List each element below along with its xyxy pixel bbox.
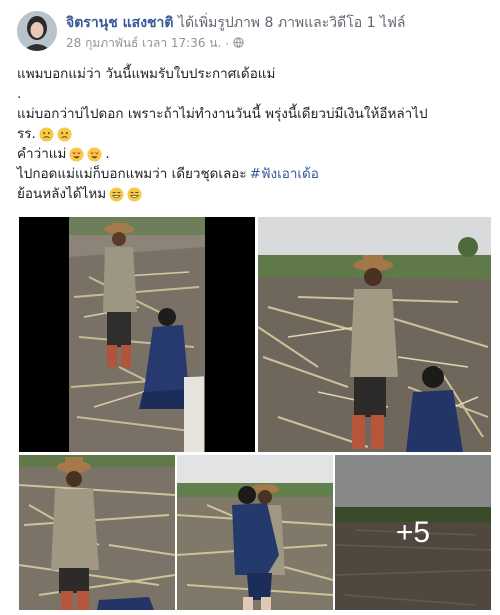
meta-separator: · <box>225 36 230 51</box>
heart-eyes-icon <box>69 146 84 162</box>
post-photo-more[interactable]: +5 <box>335 455 491 610</box>
heart-eyes-icon <box>87 146 102 162</box>
sad-face-icon <box>57 126 72 142</box>
hashtag-link[interactable]: #ฟังเอาเด้อ <box>250 164 319 184</box>
post-meta: 28 กุมภาพันธ์ เวลา 17:36 น. · <box>66 34 244 53</box>
post-timestamp[interactable]: 28 กุมภาพันธ์ เวลา 17:36 น. <box>66 34 221 53</box>
post-photo[interactable] <box>177 455 333 610</box>
post-card: จิตรานุช แสงชาติ ได้เพิ่มรูปภาพ 8 ภาพและ… <box>0 0 500 615</box>
globe-icon[interactable] <box>233 36 244 51</box>
post-video-thumbnail[interactable] <box>19 217 255 452</box>
post-header: จิตรานุช แสงชาติ ได้เพิ่มรูปภาพ 8 ภาพและ… <box>66 12 406 34</box>
post-text-line: คำว่าแม่ . <box>17 146 110 162</box>
sad-face-icon <box>39 126 54 142</box>
grinning-face-icon <box>109 186 124 202</box>
post-action-text: ได้เพิ่มรูปภาพ 8 ภาพและวิดีโอ 1 ไฟล์ <box>177 15 406 31</box>
post-text-line: แม่บอกว่าบ่ไปดอก เพราะถ้าไม่ทำงานวันนี้ … <box>17 106 428 122</box>
post-text-line: รร. <box>17 124 487 144</box>
author-name-link[interactable]: จิตรานุช แสงชาติ <box>66 15 173 31</box>
post-text-line: ย้อนหลังได้ไหม <box>17 184 487 204</box>
post-photo[interactable] <box>19 455 175 610</box>
grinning-face-icon <box>127 186 142 202</box>
post-body: แพมบอกแม่ว่า วันนี้แพมรับใบประกาศเด้อแม่… <box>17 64 487 204</box>
post-photo[interactable] <box>258 217 491 452</box>
author-avatar[interactable] <box>17 11 57 51</box>
post-text-line: ไปกอดแม่แม่ก็บอกแพมว่า เดียวชุดเลอะ #ฟัง… <box>17 164 319 184</box>
more-photos-count[interactable]: +5 <box>335 455 491 610</box>
post-text-line: แพมบอกแม่ว่า วันนี้แพมรับใบประกาศเด้อแม่ <box>17 66 276 82</box>
post-text-line: . <box>17 86 22 102</box>
